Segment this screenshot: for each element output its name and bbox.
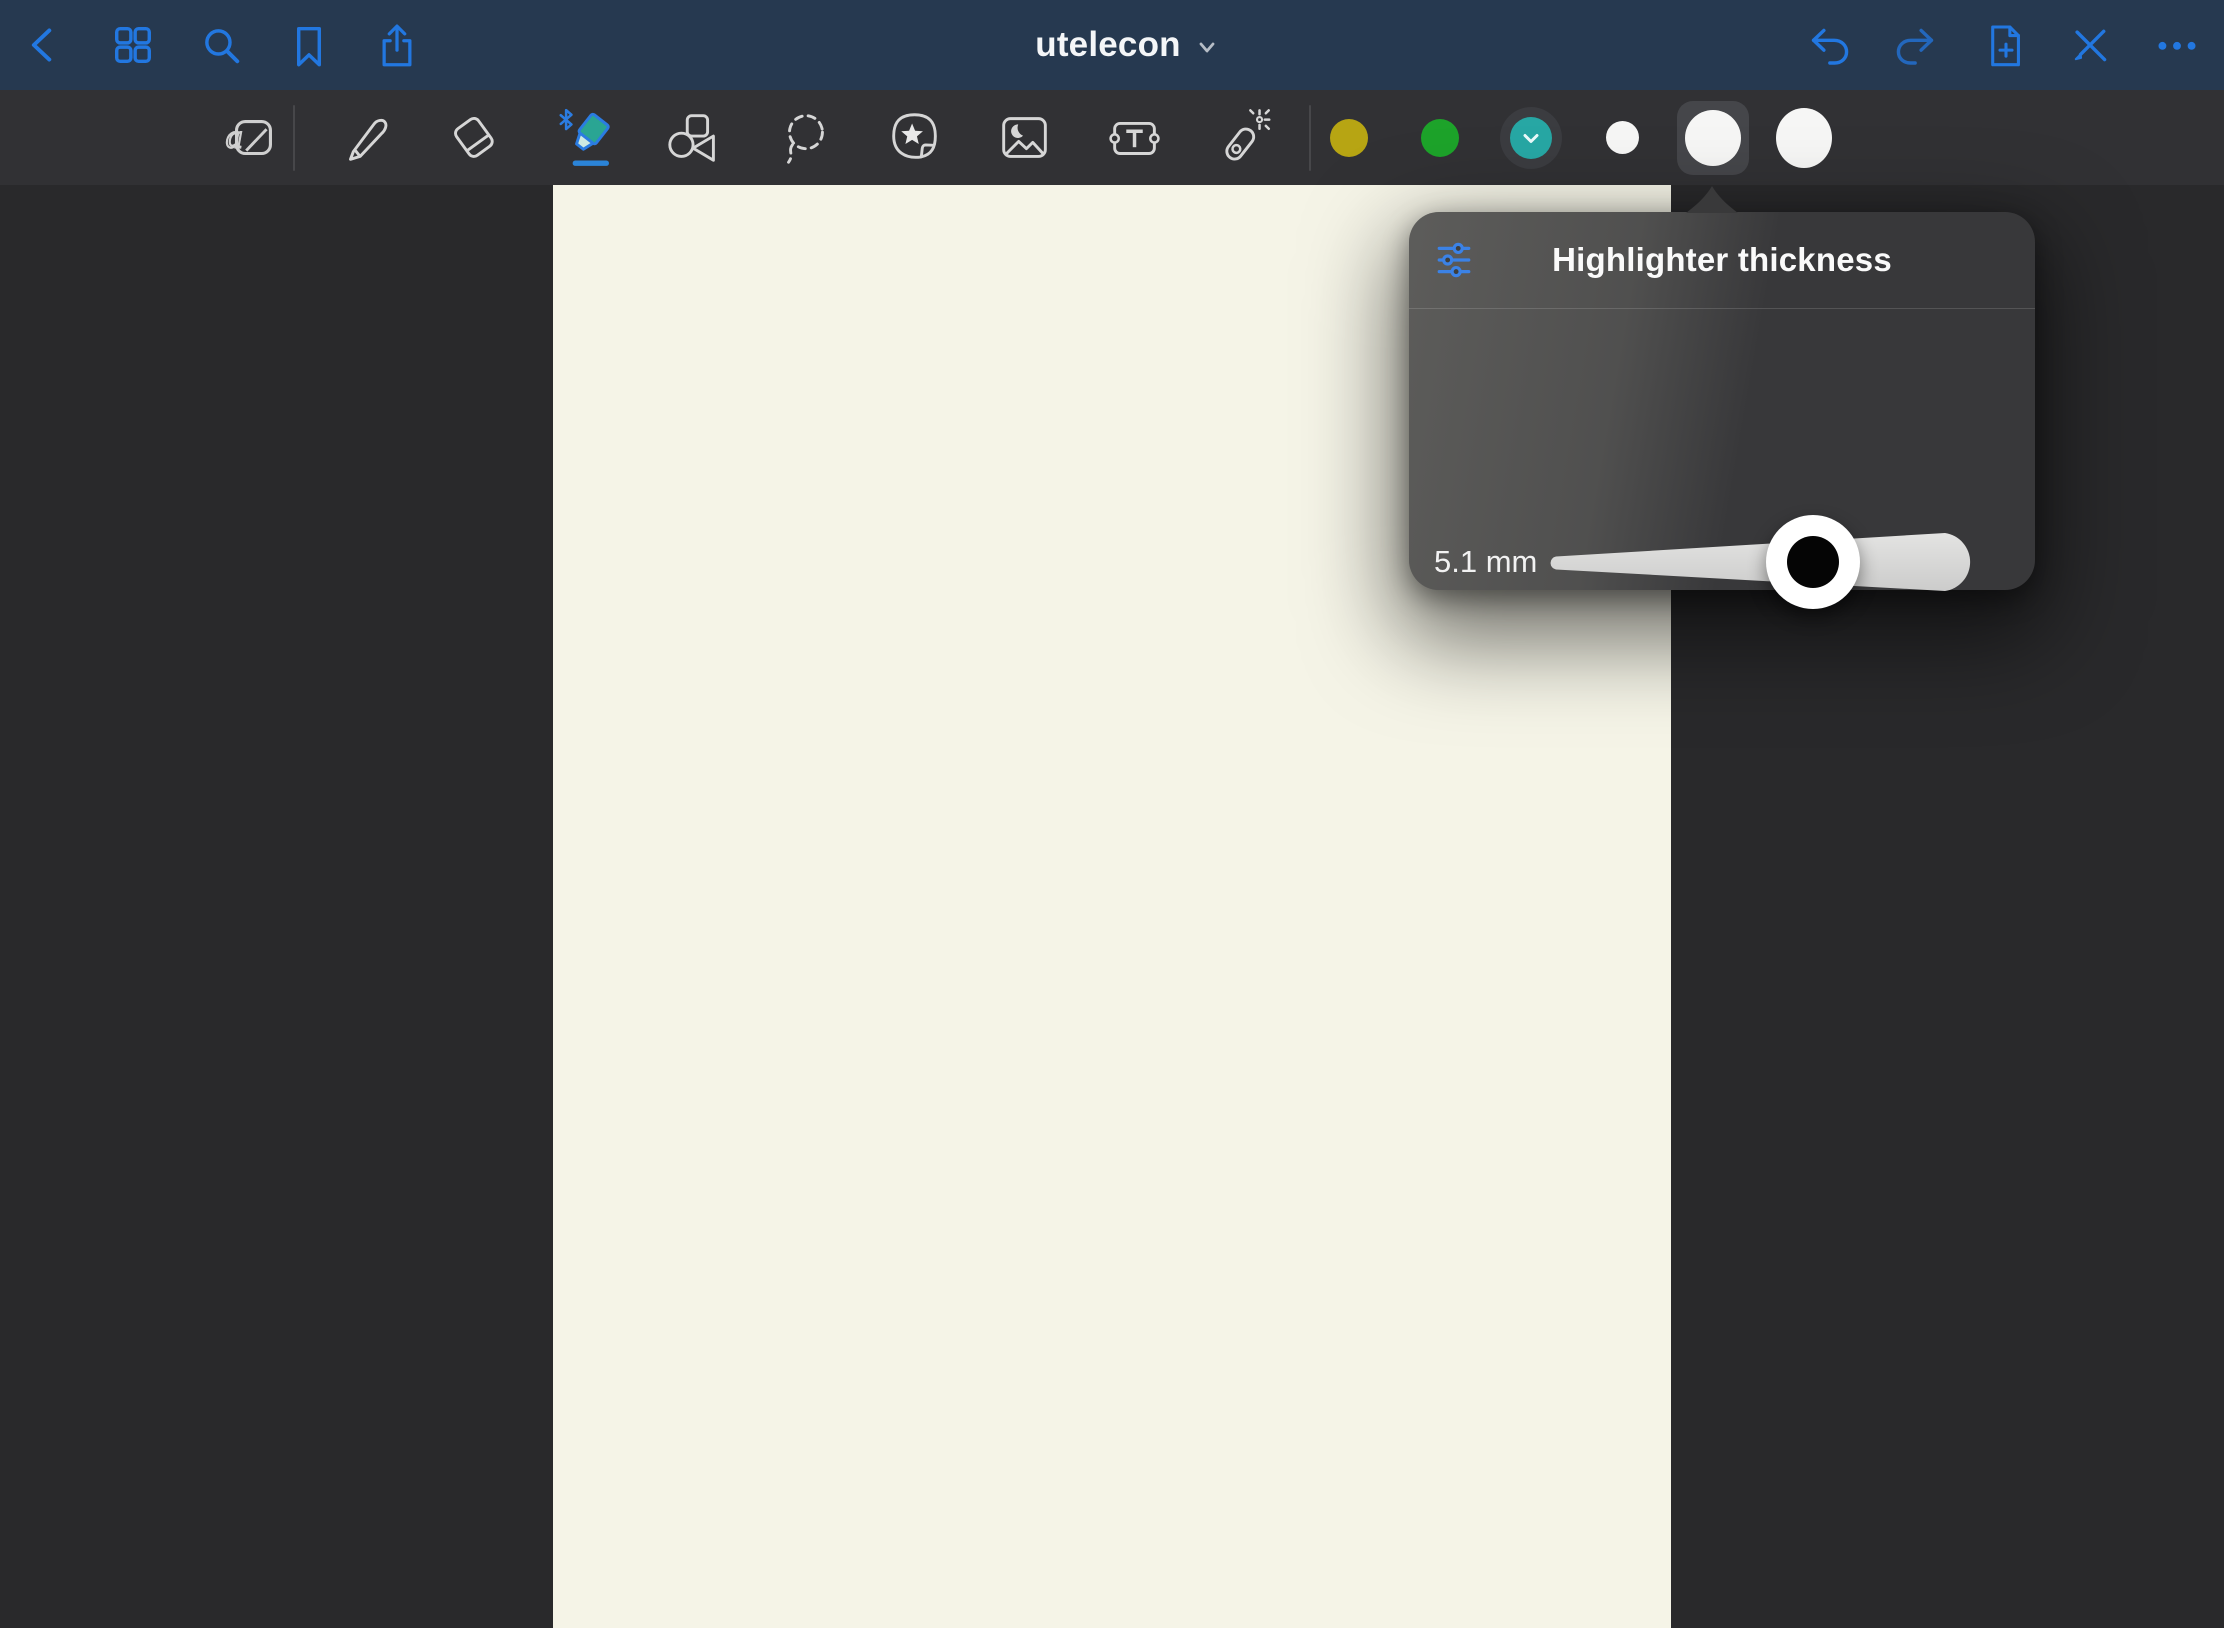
teal-color-dot (1510, 117, 1552, 159)
chevron-down-icon (1518, 125, 1544, 151)
color-swatch-teal-selected[interactable] (1503, 90, 1559, 185)
undo-button[interactable] (1805, 21, 1853, 69)
toolbar-divider (1309, 105, 1311, 171)
highlighter-icon (554, 107, 616, 169)
more-icon (2153, 21, 2201, 69)
chevron-down-icon (1195, 35, 1219, 59)
undo-icon (1805, 21, 1853, 69)
image-icon (994, 107, 1056, 169)
small-thickness-dot (1606, 121, 1639, 154)
svg-text:a: a (226, 119, 242, 155)
laser-pointer-tool-button[interactable] (1217, 90, 1273, 185)
text-icon (1104, 107, 1166, 169)
popover-header: Highlighter thickness (1409, 212, 2035, 308)
pen-icon (334, 107, 396, 169)
green-color-dot (1421, 119, 1459, 157)
eraser-tool-button[interactable] (447, 90, 503, 185)
lasso-icon (774, 107, 836, 169)
thickness-slider-thumb-dot (1787, 536, 1839, 588)
lasso-tool-button[interactable] (777, 90, 833, 185)
shapes-tool-button[interactable] (667, 90, 723, 185)
thickness-preset-small[interactable] (1594, 90, 1650, 185)
add-page-button[interactable] (1979, 21, 2027, 69)
highlighter-thickness-popover: Highlighter thickness 5.1 mm (1409, 212, 2035, 590)
medium-thickness-dot (1685, 110, 1741, 166)
shapes-icon (664, 107, 726, 169)
selected-thickness-box (1677, 101, 1749, 175)
nav-right-group (1805, 0, 2201, 90)
popover-arrow (1672, 186, 1752, 213)
thickness-value-label: 5.1 mm (1434, 544, 1537, 580)
large-thickness-dot (1776, 108, 1832, 168)
stickers-icon (884, 107, 946, 169)
thickness-preset-large[interactable] (1776, 90, 1832, 185)
popover-title: Highlighter thickness (1409, 241, 2035, 279)
thickness-slider-row: 5.1 mm (1409, 308, 2035, 590)
thickness-slider-track[interactable] (1550, 532, 1975, 592)
toolbar-divider (293, 105, 295, 171)
app-screen: utelecon (0, 0, 2224, 1628)
yellow-color-dot (1330, 119, 1368, 157)
bluetooth-icon (561, 110, 572, 129)
scribble-edit-tool-button[interactable]: a (225, 90, 281, 185)
color-swatch-yellow[interactable] (1321, 90, 1377, 185)
thickness-preset-medium-selected[interactable] (1685, 90, 1741, 185)
highlighter-tool-button[interactable] (557, 90, 613, 185)
pen-tool-button[interactable] (337, 90, 393, 185)
laser-pointer-icon (1214, 107, 1276, 169)
scribble-edit-icon: a (222, 107, 284, 169)
stickers-tool-button[interactable] (887, 90, 943, 185)
document-title: utelecon (1035, 25, 1181, 65)
selected-color-ring (1500, 107, 1562, 169)
thickness-slider-thumb[interactable] (1766, 515, 1860, 609)
tool-bar: a (0, 90, 2224, 185)
image-tool-button[interactable] (997, 90, 1053, 185)
add-page-icon (1979, 21, 2027, 69)
color-swatch-green[interactable] (1412, 90, 1468, 185)
pen-mode-toggle-button[interactable] (2066, 21, 2114, 69)
sliders-icon (1435, 241, 1473, 279)
redo-icon (1892, 21, 1940, 69)
eraser-icon (444, 107, 506, 169)
redo-button[interactable] (1892, 21, 1940, 69)
more-button[interactable] (2153, 21, 2201, 69)
text-tool-button[interactable] (1107, 90, 1163, 185)
pen-crossed-icon (2066, 21, 2114, 69)
nav-bar: utelecon (0, 0, 2224, 90)
